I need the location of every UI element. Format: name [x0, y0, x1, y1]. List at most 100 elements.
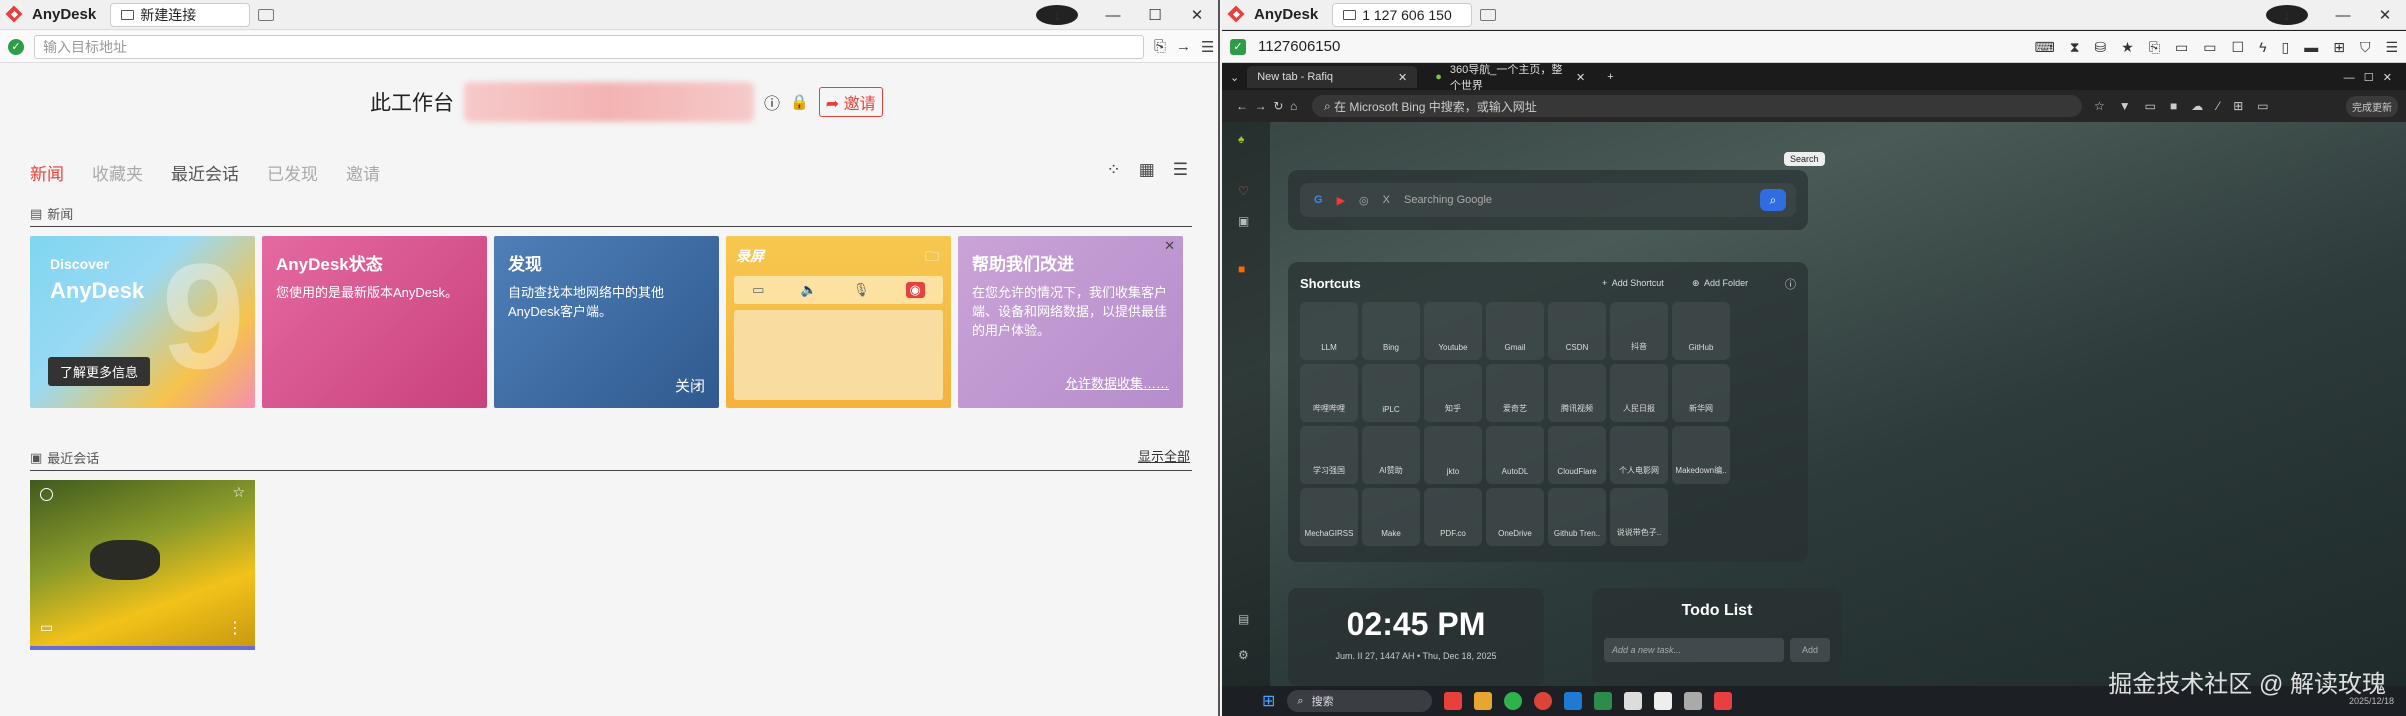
- card-discovery[interactable]: 发现 自动查找本地网络中的其他AnyDesk客户端。 关闭: [494, 236, 719, 408]
- vscode-taskbar-icon[interactable]: [1564, 692, 1583, 710]
- info-icon[interactable]: ⓘ: [1785, 276, 1796, 292]
- download-icon[interactable]: ↓: [1036, 5, 1078, 25]
- image-icon[interactable]: ▣: [1238, 214, 1249, 228]
- select-circle-icon[interactable]: [40, 488, 53, 501]
- shortcut-tile[interactable]: 爱奇艺: [1486, 364, 1544, 422]
- chrome-taskbar-icon[interactable]: [1534, 692, 1553, 710]
- shortcut-tile[interactable]: 腾讯视频: [1548, 364, 1606, 422]
- shortcut-tile[interactable]: CSDN: [1548, 302, 1606, 360]
- shortcut-tile[interactable]: Youtube: [1424, 302, 1482, 360]
- mic-icon[interactable]: 🎙: [853, 282, 870, 298]
- minimize-button[interactable]: —: [2322, 7, 2364, 24]
- google-icon[interactable]: G: [1314, 194, 1323, 206]
- shortcut-tile[interactable]: 新华网: [1672, 364, 1730, 422]
- grid-view-icon[interactable]: ▦: [1139, 160, 1155, 180]
- list-view-icon[interactable]: ☰: [1173, 160, 1188, 180]
- hourglass-icon[interactable]: ⧗: [2070, 39, 2080, 56]
- close-button[interactable]: ✕: [1176, 6, 1218, 24]
- document-icon[interactable]: ▤: [1238, 612, 1249, 626]
- shortcut-tile[interactable]: iPLC: [1362, 364, 1420, 422]
- star-icon[interactable]: ☆: [232, 484, 245, 501]
- shortcut-tile[interactable]: MechaGIRSS: [1300, 488, 1358, 546]
- recent-session-card[interactable]: ☆ ▭ ⋮: [30, 480, 255, 650]
- folder-taskbar-icon[interactable]: [1474, 692, 1493, 710]
- shortcut-tile[interactable]: PDF.co: [1424, 488, 1482, 546]
- shortcut-tile[interactable]: Make: [1362, 488, 1420, 546]
- tab-new-connection[interactable]: 新建连接: [110, 2, 251, 27]
- add-folder-button[interactable]: ⊕ Add Folder: [1692, 278, 1748, 289]
- database-icon[interactable]: ⛁: [2095, 39, 2107, 56]
- shortcut-tile[interactable]: 人民日报: [1610, 364, 1668, 422]
- todo-add-button[interactable]: Add: [1790, 638, 1830, 662]
- browser-tab-360[interactable]: ● 360导航_一个主页，整个世界 ✕: [1425, 64, 1595, 92]
- add-shortcut-button[interactable]: + Add Shortcut: [1602, 278, 1664, 288]
- wechat-taskbar-icon[interactable]: [1504, 692, 1523, 710]
- anydesk-taskbar-icon[interactable]: [1444, 692, 1463, 710]
- tab-invite[interactable]: 邀请: [346, 160, 380, 185]
- x-icon[interactable]: X: [1383, 194, 1390, 206]
- shortcut-tile[interactable]: 哔哩哔哩: [1300, 364, 1358, 422]
- zy-taskbar-icon[interactable]: [1624, 692, 1643, 710]
- file-icon[interactable]: ⎘: [2149, 39, 2160, 56]
- lock-icon[interactable]: 🔒: [790, 93, 809, 111]
- new-tab-icon[interactable]: [1480, 8, 1497, 21]
- todo-input[interactable]: Add a new task...: [1604, 638, 1784, 662]
- heart-icon[interactable]: ♡: [1238, 184, 1249, 198]
- shortcut-tile[interactable]: Bing: [1362, 302, 1420, 360]
- shortcut-tile[interactable]: GitHub: [1672, 302, 1730, 360]
- shortcut-tile[interactable]: LLM: [1300, 302, 1358, 360]
- maximize-button[interactable]: ☐: [1134, 6, 1176, 24]
- chat-icon[interactable]: ☐: [2232, 39, 2245, 56]
- shortcut-tile[interactable]: jkto: [1424, 426, 1482, 484]
- remote-desktop-view[interactable]: ⌄ New tab - Rafiq ✕ ● 360导航_一个主页，整个世界 ✕ + —…: [1222, 64, 2406, 686]
- shortcut-tile[interactable]: Gmail: [1486, 302, 1544, 360]
- tab-news[interactable]: 新闻: [30, 160, 64, 185]
- card-help-improve[interactable]: ✕ 帮助我们改进 在您允许的情况下，我们收集客户端、设备和网络数据，以提供最佳的…: [958, 236, 1183, 408]
- search-box[interactable]: G ▶ ◎ X Searching Google ⌕: [1300, 183, 1796, 217]
- nav-buttons[interactable]: ← → ↻ ⌂: [1236, 99, 1297, 113]
- card-discover[interactable]: Discover AnyDesk 9 了解更多信息: [30, 236, 255, 408]
- taskbar-search[interactable]: ⌕ 搜索: [1287, 690, 1433, 712]
- typora-taskbar-icon[interactable]: [1654, 692, 1673, 710]
- menu-icon[interactable]: ☰: [1201, 38, 1214, 56]
- record-button[interactable]: ◉: [905, 282, 925, 298]
- connect-arrow-icon[interactable]: →: [1176, 38, 1191, 55]
- shortcut-tile[interactable]: 个人电影网: [1610, 426, 1668, 484]
- tab-list-icon[interactable]: ⌄: [1230, 71, 1239, 84]
- tiles-view-icon[interactable]: ⁘: [1106, 160, 1120, 180]
- download-icon[interactable]: ↓: [2266, 5, 2308, 25]
- show-all-link[interactable]: 显示全部: [1138, 446, 1190, 465]
- tab-remote-session[interactable]: 1 127 606 150: [1332, 2, 1473, 27]
- shortcut-tile[interactable]: OneDrive: [1486, 488, 1544, 546]
- shortcut-tile[interactable]: CloudFlare: [1548, 426, 1606, 484]
- shortcut-tile[interactable]: AI赞助: [1362, 426, 1420, 484]
- browser-url-input[interactable]: ⌕ 在 Microsoft Bing 中搜索，或输入网址: [1312, 95, 2082, 117]
- youtube-icon[interactable]: ▶: [1337, 194, 1345, 207]
- invite-button[interactable]: ➦ 邀请: [818, 87, 883, 117]
- shield-icon[interactable]: ⛉: [2360, 39, 2371, 56]
- folder-icon[interactable]: 🗀: [925, 246, 939, 270]
- tab-recent[interactable]: 最近会话: [171, 160, 239, 185]
- screen-icon[interactable]: ▭: [752, 282, 764, 298]
- keyboard-icon[interactable]: ⌨: [2034, 39, 2054, 56]
- update-button[interactable]: 完成更新: [2346, 95, 2398, 117]
- shortcut-tile[interactable]: Makedown编..: [1672, 426, 1730, 484]
- tab-discovered[interactable]: 已发现: [267, 160, 318, 185]
- close-tab-icon[interactable]: ✕: [1576, 71, 1585, 84]
- record-taskbar-icon[interactable]: [1714, 692, 1733, 710]
- new-tab-icon[interactable]: +: [1607, 71, 1613, 83]
- web-icon[interactable]: ◎: [1359, 194, 1369, 207]
- tab-favorites[interactable]: 收藏夹: [92, 160, 143, 185]
- allow-data-link[interactable]: 允许数据收集……: [1065, 373, 1169, 392]
- card-status[interactable]: AnyDesk状态 您使用的是最新版本AnyDesk。: [262, 236, 487, 408]
- speaker-icon[interactable]: 🔈: [801, 282, 817, 298]
- extension-icons[interactable]: ☆▼▭■☁⁄⊞▭: [2094, 99, 2283, 113]
- minimize-button[interactable]: —: [1092, 7, 1134, 24]
- app-taskbar-icon[interactable]: [1684, 692, 1703, 710]
- discovery-close-button[interactable]: 关闭: [675, 375, 705, 396]
- browser-tab-newtab[interactable]: New tab - Rafiq ✕: [1247, 66, 1418, 88]
- info-icon[interactable]: ⓘ: [764, 90, 780, 114]
- shortcut-tile[interactable]: Github Tren..: [1548, 488, 1606, 546]
- close-tab-icon[interactable]: ✕: [1398, 71, 1407, 84]
- lightning-icon[interactable]: ϟ: [2259, 39, 2266, 55]
